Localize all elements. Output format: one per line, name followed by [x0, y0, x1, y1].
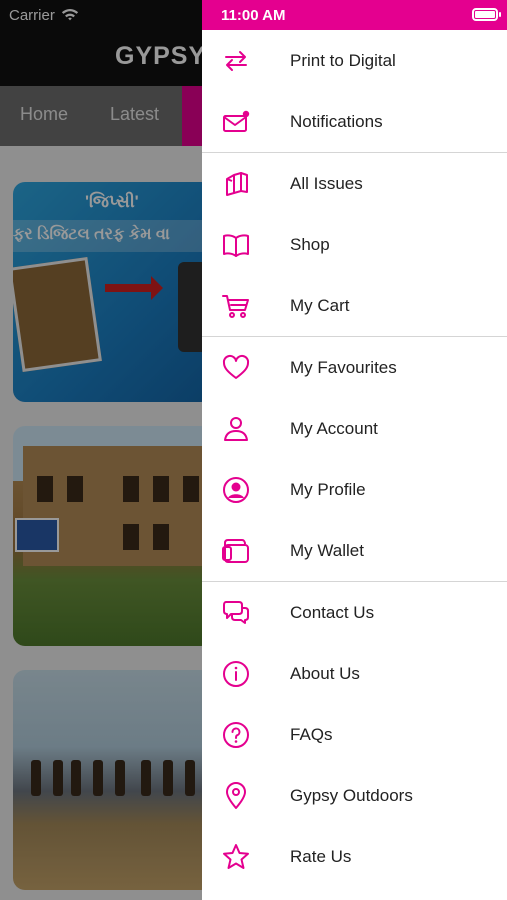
menu-item-print-to-digital[interactable]: Print to Digital	[202, 30, 507, 91]
menu-item-my-account[interactable]: My Account	[202, 398, 507, 459]
menu-item-faqs[interactable]: FAQs	[202, 704, 507, 765]
menu-item-rate-us[interactable]: Rate Us	[202, 826, 507, 887]
chat-bubbles-icon	[222, 599, 250, 627]
user-circle-icon	[222, 476, 250, 504]
open-book-icon	[222, 231, 250, 259]
info-circle-icon	[222, 660, 250, 688]
books-stack-icon	[222, 170, 250, 198]
menu-item-label: Rate Us	[290, 846, 352, 866]
menu-item-gypsy-outdoors[interactable]: Gypsy Outdoors	[202, 765, 507, 826]
swap-arrows-icon	[222, 47, 250, 75]
navigation-drawer: 11:00 AM Print to Digital Notifications …	[202, 0, 507, 900]
menu-item-notifications[interactable]: Notifications	[202, 91, 507, 152]
mail-notification-icon	[222, 108, 250, 136]
menu-item-my-profile[interactable]: My Profile	[202, 459, 507, 520]
menu-item-label: Contact Us	[290, 602, 375, 622]
question-circle-icon	[222, 721, 250, 749]
user-icon	[222, 415, 250, 443]
menu-item-label: My Profile	[290, 479, 366, 499]
menu-item-all-issues[interactable]: All Issues	[202, 153, 507, 214]
menu-item-about-us[interactable]: About Us	[202, 643, 507, 704]
menu-item-label: My Wallet	[290, 540, 364, 560]
location-pin-icon	[222, 781, 250, 810]
star-icon	[222, 843, 250, 871]
menu-item-label: Shop	[290, 234, 330, 254]
menu-item-label: Gypsy Outdoors	[290, 785, 413, 805]
heart-icon	[222, 354, 250, 382]
drawer-backdrop-overlay[interactable]	[0, 0, 202, 900]
menu-item-label: Print to Digital	[290, 50, 396, 70]
menu-item-label: My Favourites	[290, 357, 397, 377]
menu-item-label: My Cart	[290, 295, 350, 315]
menu-item-my-wallet[interactable]: My Wallet	[202, 520, 507, 581]
status-time: 11:00 AM	[221, 6, 286, 24]
menu-item-label: All Issues	[290, 173, 363, 193]
menu-item-label: Notifications	[290, 111, 383, 131]
menu-item-label: About Us	[290, 663, 360, 683]
menu-item-label: My Account	[290, 418, 378, 438]
menu-item-my-cart[interactable]: My Cart	[202, 275, 507, 336]
menu-item-contact-us[interactable]: Contact Us	[202, 582, 507, 643]
wallet-icon	[222, 537, 250, 565]
drawer-menu: Print to Digital Notifications All Issue…	[202, 30, 507, 887]
battery-icon	[472, 8, 501, 21]
menu-item-my-favourites[interactable]: My Favourites	[202, 337, 507, 398]
menu-item-label: FAQs	[290, 724, 333, 744]
cart-icon	[222, 292, 250, 320]
menu-item-shop[interactable]: Shop	[202, 214, 507, 275]
drawer-status-bar: 11:00 AM	[202, 0, 507, 30]
